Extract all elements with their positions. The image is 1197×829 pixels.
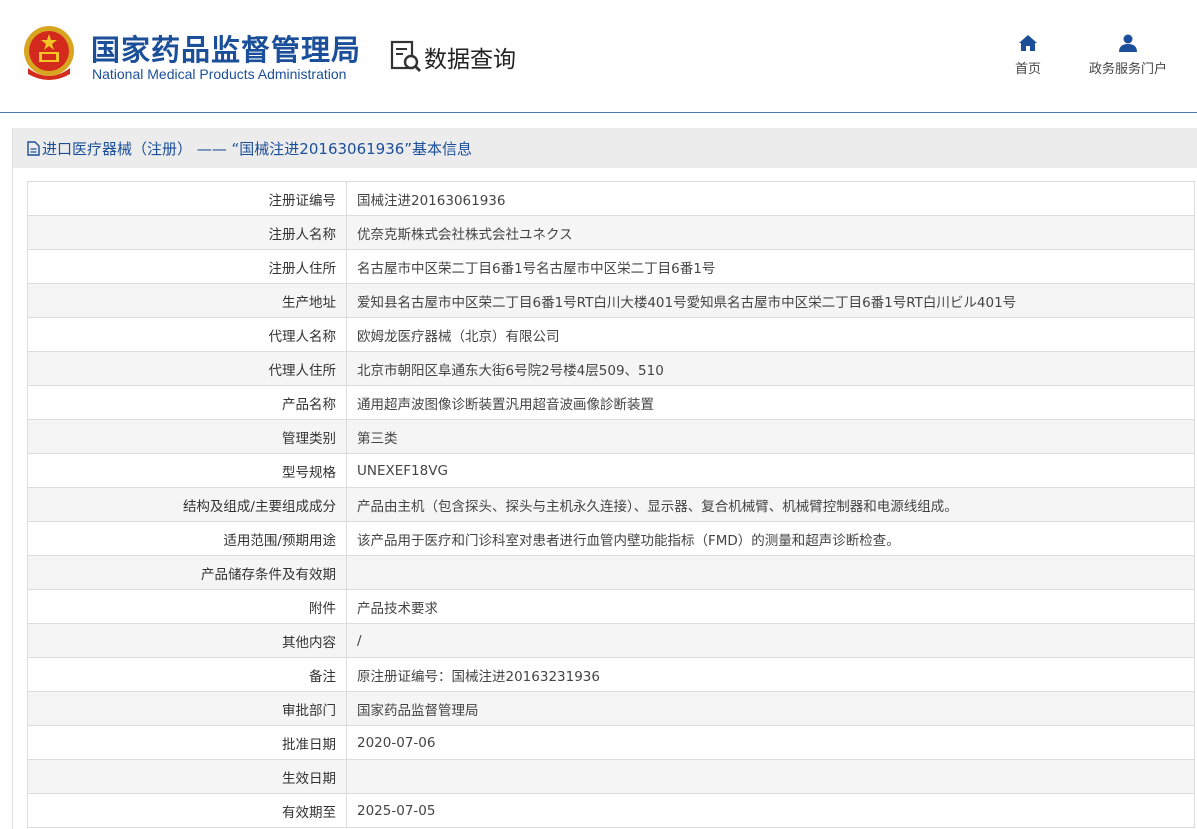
field-label: 适用范围/预期用途 bbox=[27, 521, 347, 556]
field-label: 有效期至 bbox=[27, 793, 347, 828]
field-label: 代理人名称 bbox=[27, 317, 347, 352]
field-label: 注册人住所 bbox=[27, 249, 347, 284]
field-value: 北京市朝阳区阜通东大街6号院2号楼4层509、510 bbox=[346, 351, 1195, 386]
field-value: 该产品用于医疗和门诊科室对患者进行血管内壁功能指标（FMD）的测量和超声诊断检查… bbox=[346, 521, 1195, 556]
field-label: 生效日期 bbox=[27, 759, 347, 794]
table-row: 有效期至 2025-07-05 bbox=[27, 793, 1195, 828]
field-label: 批准日期 bbox=[27, 725, 347, 760]
panel-title: 进口医疗器械（注册） —— “国械注进20163061936”基本信息 bbox=[42, 139, 473, 158]
field-value: 产品技术要求 bbox=[346, 589, 1195, 624]
table-row: 产品名称 通用超声波图像诊断装置汎用超音波画像診断装置 bbox=[27, 385, 1195, 420]
section-heading: 数据查询 bbox=[390, 40, 516, 74]
field-value: 优奈克斯株式会社株式会社ユネクス bbox=[346, 215, 1195, 250]
table-row: 型号规格 UNEXEF18VG bbox=[27, 453, 1195, 488]
user-icon bbox=[1119, 34, 1137, 52]
field-label: 结构及组成/主要组成成分 bbox=[27, 487, 347, 522]
field-value: 原注册证编号：国械注进20163231936 bbox=[346, 657, 1195, 692]
table-row: 代理人名称 欧姆龙医疗器械（北京）有限公司 bbox=[27, 317, 1195, 352]
panel-title-bar: 进口医疗器械（注册） —— “国械注进20163061936”基本信息 bbox=[13, 128, 1197, 168]
field-value: 名古屋市中区荣二丁目6番1号名古屋市中区栄二丁目6番1号 bbox=[346, 249, 1195, 284]
nav-home[interactable]: 首页 bbox=[1010, 34, 1046, 77]
field-value bbox=[346, 555, 1195, 590]
site-header: 国家药品监督管理局 National Medical Products Admi… bbox=[0, 0, 1197, 112]
nav-gov-service-label: 政务服务门户 bbox=[1088, 62, 1167, 77]
org-name-en[interactable]: National Medical Products Administration bbox=[92, 66, 346, 82]
field-label: 代理人住所 bbox=[27, 351, 347, 386]
field-value: 产品由主机（包含探头、探头与主机永久连接）、显示器、复合机械臂、机械臂控制器和电… bbox=[346, 487, 1195, 522]
field-label: 注册证编号 bbox=[27, 181, 347, 216]
table-row: 代理人住所 北京市朝阳区阜通东大街6号院2号楼4层509、510 bbox=[27, 351, 1195, 386]
table-row: 其他内容 / bbox=[27, 623, 1195, 658]
national-emblem-icon[interactable] bbox=[22, 24, 76, 82]
table-row: 备注 原注册证编号：国械注进20163231936 bbox=[27, 657, 1195, 692]
field-value: 2020-07-06 bbox=[346, 725, 1195, 760]
org-name-cn[interactable]: 国家药品监督管理局 bbox=[91, 27, 361, 69]
table-row: 附件 产品技术要求 bbox=[27, 589, 1195, 624]
field-value: 第三类 bbox=[346, 419, 1195, 454]
field-label: 产品名称 bbox=[27, 385, 347, 420]
field-label: 注册人名称 bbox=[27, 215, 347, 250]
table-row: 注册人名称 优奈克斯株式会社株式会社ユネクス bbox=[27, 215, 1195, 250]
document-search-icon bbox=[390, 40, 421, 72]
field-label: 产品储存条件及有效期 bbox=[27, 555, 347, 590]
table-row: 注册证编号 国械注进20163061936 bbox=[27, 181, 1195, 216]
field-value: 国械注进20163061936 bbox=[346, 181, 1195, 216]
table-row: 生效日期 bbox=[27, 759, 1195, 794]
document-icon bbox=[27, 140, 40, 156]
table-row: 结构及组成/主要组成成分 产品由主机（包含探头、探头与主机永久连接）、显示器、复合… bbox=[27, 487, 1195, 522]
section-title: 数据查询 bbox=[424, 47, 516, 73]
table-row: 产品储存条件及有效期 bbox=[27, 555, 1195, 590]
header-divider bbox=[0, 112, 1197, 113]
table-row: 批准日期 2020-07-06 bbox=[27, 725, 1195, 760]
field-value: 国家药品监督管理局 bbox=[346, 691, 1195, 726]
field-value: UNEXEF18VG bbox=[346, 453, 1195, 488]
field-label: 管理类别 bbox=[27, 419, 347, 454]
field-label: 审批部门 bbox=[27, 691, 347, 726]
table-row: 审批部门 国家药品监督管理局 bbox=[27, 691, 1195, 726]
table-row: 注册人住所 名古屋市中区荣二丁目6番1号名古屋市中区栄二丁目6番1号 bbox=[27, 249, 1195, 284]
field-value: 爱知县名古屋市中区荣二丁目6番1号RT白川大楼401号愛知県名古屋市中区栄二丁目… bbox=[346, 283, 1195, 318]
nav-home-label: 首页 bbox=[1014, 62, 1041, 77]
home-icon bbox=[1019, 35, 1037, 51]
field-value: / bbox=[346, 623, 1195, 658]
info-panel: 进口医疗器械（注册） —— “国械注进20163061936”基本信息 注册证编… bbox=[12, 128, 1197, 829]
nav-gov-service[interactable]: 政务服务门户 bbox=[1082, 34, 1174, 77]
field-value: 2025-07-05 bbox=[346, 793, 1195, 828]
info-table: 注册证编号 国械注进20163061936 注册人名称 优奈克斯株式会社株式会社ユネク… bbox=[27, 181, 1195, 828]
field-label: 附件 bbox=[27, 589, 347, 624]
field-value: 通用超声波图像诊断装置汎用超音波画像診断装置 bbox=[346, 385, 1195, 420]
table-row: 管理类别 第三类 bbox=[27, 419, 1195, 454]
table-row: 适用范围/预期用途 该产品用于医疗和门诊科室对患者进行血管内壁功能指标（FMD）的… bbox=[27, 521, 1195, 556]
field-label: 备注 bbox=[27, 657, 347, 692]
field-value: 欧姆龙医疗器械（北京）有限公司 bbox=[346, 317, 1195, 352]
field-label: 生产地址 bbox=[27, 283, 347, 318]
table-row: 生产地址 爱知县名古屋市中区荣二丁目6番1号RT白川大楼401号愛知県名古屋市中区… bbox=[27, 283, 1195, 318]
field-value bbox=[346, 759, 1195, 794]
field-label: 其他内容 bbox=[27, 623, 347, 658]
field-label: 型号规格 bbox=[27, 453, 347, 488]
